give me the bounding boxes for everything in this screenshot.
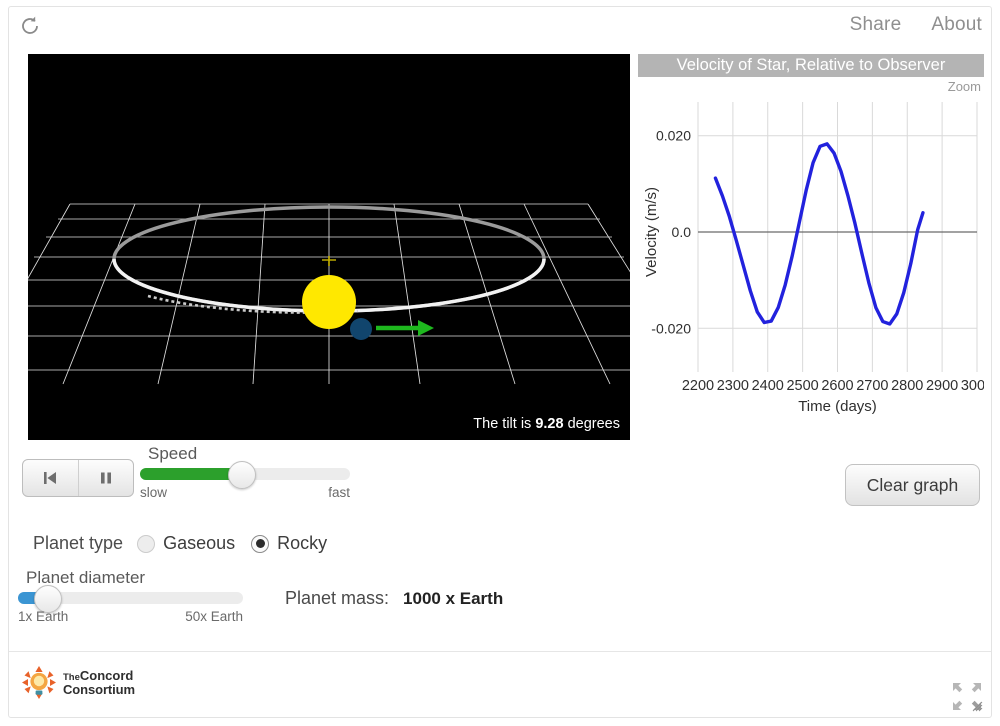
speed-slider-fill xyxy=(140,468,241,480)
reload-icon[interactable] xyxy=(18,14,42,38)
chart-xtick-label: 2700 xyxy=(856,378,888,394)
application-root: Share About The tilt is 9.28 degrees Vel… xyxy=(0,0,1000,726)
header-links: Share About xyxy=(850,14,982,36)
speed-high-label: fast xyxy=(328,485,350,500)
logo-wordmark: TheConcord Consortium xyxy=(63,669,135,696)
chart-yaxis-title: Velocity (m/s) xyxy=(643,187,660,277)
chart-xtick-label: 2300 xyxy=(717,378,749,394)
planet-mass-label: Planet mass: xyxy=(285,588,390,608)
corner-tools xyxy=(950,680,990,718)
graph-title: Velocity of Star, Relative to Observer xyxy=(638,54,984,77)
tilt-prefix: The tilt is xyxy=(473,416,536,432)
planet-type-label: Planet type xyxy=(33,533,124,553)
radio-selected-icon[interactable] xyxy=(251,534,270,553)
planet-body xyxy=(350,318,372,340)
simulation-scene xyxy=(28,203,630,385)
chart-xtick-label: 2900 xyxy=(926,378,958,394)
chart-xtick-label: 2200 xyxy=(682,378,714,394)
about-link[interactable]: About xyxy=(931,14,982,36)
concord-consortium-logo[interactable]: TheConcord Consortium xyxy=(22,666,135,700)
planet-mass-readout: Planet mass: 1000 x Earth xyxy=(285,588,503,609)
share-link[interactable]: Share xyxy=(850,14,902,36)
pause-icon xyxy=(100,472,111,484)
footer-divider xyxy=(9,651,991,652)
chart-xtick-label: 2500 xyxy=(786,378,818,394)
speed-low-label: slow xyxy=(140,485,168,500)
planet-type-control: Planet type Gaseous Rocky xyxy=(33,533,333,554)
simulation-viewport[interactable]: The tilt is 9.28 degrees xyxy=(28,54,630,440)
tilt-readout: The tilt is 9.28 degrees xyxy=(473,416,620,432)
rewind-to-start-button[interactable] xyxy=(23,460,78,496)
planet-mass-value: 1000 x Earth xyxy=(403,589,504,608)
rewind-to-start-icon xyxy=(44,472,57,484)
planet-diameter-low-label: 1x Earth xyxy=(18,609,69,624)
chart-ytick-label: 0.0 xyxy=(672,224,692,240)
planet-type-option-gaseous[interactable]: Gaseous xyxy=(137,533,235,554)
pause-button[interactable] xyxy=(77,460,134,496)
speed-range-labels: slow fast xyxy=(140,485,350,501)
planet-diameter-label: Planet diameter xyxy=(26,568,146,587)
star-body xyxy=(302,275,356,329)
planet-type-gaseous-label: Gaseous xyxy=(163,533,236,553)
lightbulb-sunburst-icon xyxy=(22,666,56,699)
planet-type-rocky-label: Rocky xyxy=(277,533,328,553)
chart-xtick-label: 2400 xyxy=(752,378,784,394)
planet-diameter-range-labels: 1x Earth 50x Earth xyxy=(18,609,243,625)
chart-xtick-label: 3000 xyxy=(961,378,984,394)
resize-grip-icon xyxy=(971,700,983,712)
tilt-value: 9.28 xyxy=(535,416,564,432)
chart-ytick-label: -0.020 xyxy=(651,320,691,336)
logo-line2: Consortium xyxy=(63,682,135,698)
planet-diameter-slider[interactable] xyxy=(18,585,243,613)
graph-zoom-link[interactable]: Zoom xyxy=(948,79,981,94)
radio-unselected-icon[interactable] xyxy=(137,534,156,553)
chart-xtick-label: 2800 xyxy=(891,378,923,394)
speed-label: Speed xyxy=(148,444,198,463)
logo-line1: Concord xyxy=(79,668,134,684)
speed-control: Speed slow fast xyxy=(140,444,350,501)
chart-data-line xyxy=(713,142,925,326)
velocity-arrow-icon xyxy=(376,320,434,336)
tilt-suffix: degrees xyxy=(563,416,620,432)
chart-ytick-label: 0.020 xyxy=(656,128,691,144)
clear-graph-button[interactable]: Clear graph xyxy=(845,464,980,506)
playback-controls xyxy=(22,459,134,497)
graph-panel: Velocity of Star, Relative to Observer Z… xyxy=(638,54,984,440)
planet-type-option-rocky[interactable]: Rocky xyxy=(251,533,327,554)
header-bar: Share About xyxy=(0,0,1000,46)
speed-slider[interactable] xyxy=(140,461,350,489)
chart-xaxis-title: Time (days) xyxy=(798,398,877,415)
planet-diameter-control: Planet diameter 1x Earth 50x Earth xyxy=(18,568,243,625)
planet-diameter-high-label: 50x Earth xyxy=(185,609,243,624)
velocity-time-chart[interactable]: -0.020 0.0 0.020 2200 2300 2400 2500 2600 2700 28… xyxy=(638,94,984,440)
chart-xtick-label: 2600 xyxy=(821,378,853,394)
